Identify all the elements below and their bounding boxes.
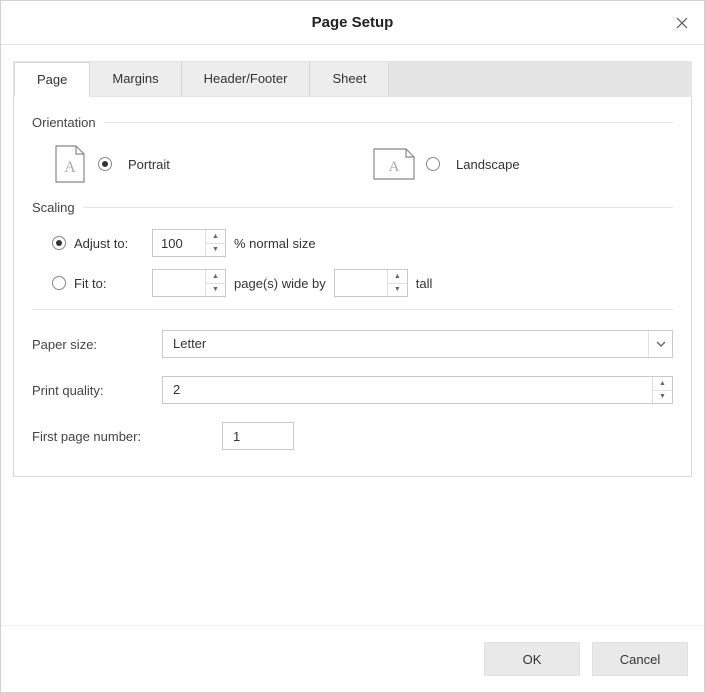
adjust-input[interactable] [153,230,205,256]
quality-step-up[interactable]: ▲ [653,377,672,391]
orientation-group-label: Orientation [32,115,104,130]
fit-wide-spinner[interactable]: ▲ ▼ [152,269,226,297]
quality-step-down[interactable]: ▼ [653,391,672,404]
landscape-radio[interactable] [426,157,440,171]
dialog-footer: OK Cancel [1,625,704,692]
chevron-down-icon [656,341,666,347]
fit-wide-step-down[interactable]: ▼ [206,284,225,297]
adjust-spinner[interactable]: ▲ ▼ [152,229,226,257]
adjust-suffix: % normal size [234,236,316,251]
tab-page[interactable]: Page [14,62,90,97]
close-icon [676,17,688,29]
first-page-row: First page number: [32,422,673,450]
landscape-page-icon: A [372,147,416,181]
orientation-portrait-option[interactable]: A Portrait [52,144,372,184]
tab-body-page: Orientation A Portrait [13,97,692,477]
fit-wide-step-up[interactable]: ▲ [206,270,225,284]
portrait-label: Portrait [128,157,170,172]
adjust-step-up[interactable]: ▲ [206,230,225,244]
fit-wide-input[interactable] [153,270,205,296]
print-quality-row: Print quality: 2 ▲ ▼ [32,376,673,404]
tab-margins[interactable]: Margins [90,62,181,96]
print-quality-value: 2 [163,377,652,403]
fit-radio[interactable] [52,276,66,290]
divider [83,207,673,208]
scaling-group-label: Scaling [32,200,83,215]
titlebar: Page Setup [1,1,704,45]
print-quality-spinner[interactable]: 2 ▲ ▼ [162,376,673,404]
fit-suffix: tall [416,276,433,291]
fit-middle-label: page(s) wide by [234,276,326,291]
cancel-button[interactable]: Cancel [592,642,688,676]
dialog-title: Page Setup [312,14,394,31]
paper-size-value: Letter [163,331,648,357]
adjust-radio[interactable] [52,236,66,250]
paper-size-combo[interactable]: Letter [162,330,673,358]
divider [32,309,673,310]
svg-text:A: A [64,159,76,176]
first-page-label: First page number: [32,429,222,444]
fit-label: Fit to: [74,276,144,291]
landscape-label: Landscape [456,157,520,172]
fit-tall-spinner[interactable]: ▲ ▼ [334,269,408,297]
scaling-adjust-row: Adjust to: ▲ ▼ % normal size [32,229,673,257]
fit-tall-step-up[interactable]: ▲ [388,270,407,284]
paper-size-dropdown-button[interactable] [648,331,672,357]
divider [104,122,673,123]
adjust-label: Adjust to: [74,236,144,251]
ok-button[interactable]: OK [484,642,580,676]
fit-tall-step-down[interactable]: ▼ [388,284,407,297]
group-scaling: Scaling Adjust to: ▲ ▼ % normal size Fit… [32,200,673,310]
portrait-page-icon: A [52,144,88,184]
fit-tall-input[interactable] [335,270,387,296]
tabstrip-spacer [389,62,691,96]
paper-size-label: Paper size: [32,337,162,352]
portrait-radio[interactable] [98,157,112,171]
paper-size-row: Paper size: Letter [32,330,673,358]
adjust-step-down[interactable]: ▼ [206,244,225,257]
close-button[interactable] [668,9,696,37]
tabstrip: Page Margins Header/Footer Sheet [13,61,692,97]
orientation-landscape-option[interactable]: A Landscape [372,147,520,181]
scaling-fit-row: Fit to: ▲ ▼ page(s) wide by ▲ ▼ ta [32,269,673,297]
print-quality-label: Print quality: [32,383,162,398]
first-page-input[interactable] [222,422,294,450]
group-orientation: Orientation A Portrait [32,115,673,184]
tab-header-footer[interactable]: Header/Footer [182,62,311,96]
tab-sheet[interactable]: Sheet [310,62,389,96]
svg-text:A: A [389,159,400,175]
